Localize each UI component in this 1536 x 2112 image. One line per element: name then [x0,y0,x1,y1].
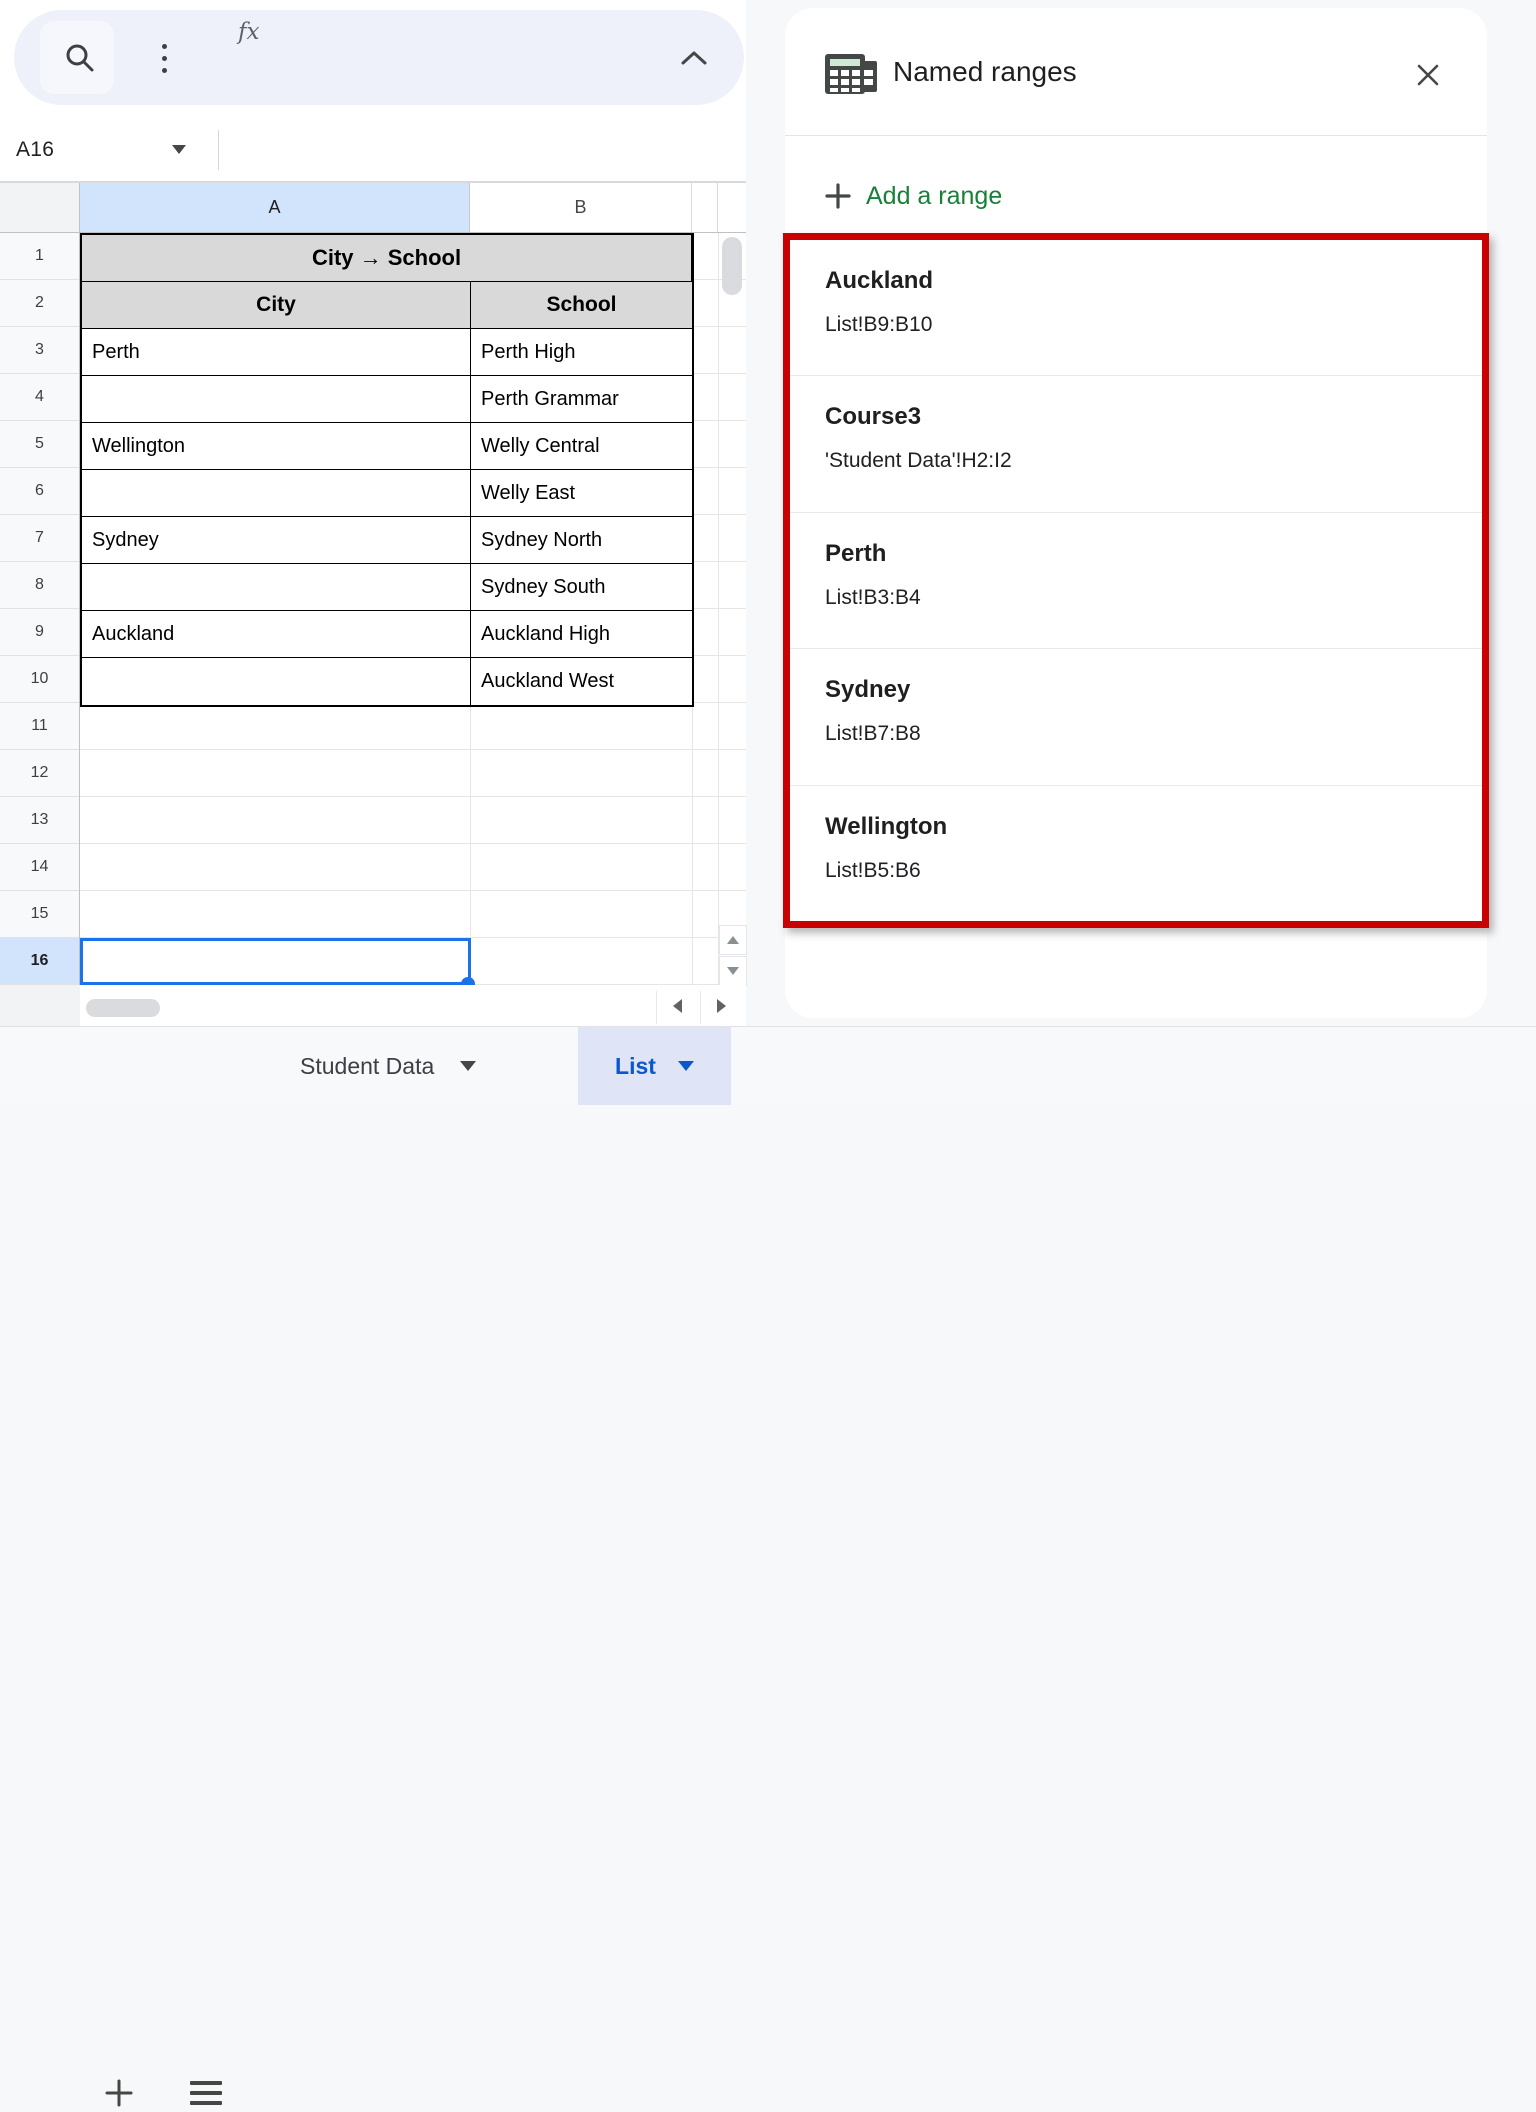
column-header-b[interactable]: B [470,183,692,232]
named-ranges-icon [823,48,879,103]
row-header-13[interactable]: 13 [0,797,79,844]
cell-a4[interactable] [82,376,471,423]
range-name: Auckland [825,266,1462,296]
cell-b10[interactable]: Auckland West [471,658,692,705]
range-name: Sydney [825,675,1462,705]
tab-student-data[interactable]: Student Data [280,1027,496,1105]
cell-a9[interactable]: Auckland [82,611,471,658]
formula-bar-divider [218,130,219,170]
horizontal-scrollbar-thumb[interactable] [86,999,160,1017]
cell-b2[interactable]: School [471,282,692,329]
cell-a5[interactable]: Wellington [82,423,471,470]
column-header-partial[interactable] [692,183,718,232]
all-sheets-menu-icon[interactable] [186,2074,226,2112]
row-header-10[interactable]: 10 [0,656,79,703]
cell-a7[interactable]: Sydney [82,517,471,564]
panel-divider [785,135,1487,136]
named-range-perth[interactable]: Perth List!B3:B4 [790,512,1482,648]
range-reference: List!B9:B10 [825,312,1462,338]
named-range-auckland[interactable]: Auckland List!B9:B10 [790,240,1482,375]
row-headers: 1 2 3 4 5 6 7 8 9 10 11 12 13 14 15 16 [0,233,80,985]
cell-b5[interactable]: Welly Central [471,423,692,470]
vertical-scrollbar-thumb[interactable] [722,237,742,295]
hscroll-gutter [0,985,80,1026]
scrollbar-separator [656,991,657,1024]
plus-icon [825,183,851,209]
row-header-8[interactable]: 8 [0,562,79,609]
name-box-value: A16 [16,138,54,162]
cell-a3[interactable]: Perth [82,329,471,376]
row-header-2[interactable]: 2 [0,280,79,327]
row-header-3[interactable]: 3 [0,327,79,374]
scroll-right-icon[interactable] [710,995,732,1017]
scrollbar-separator [700,991,701,1024]
sheet-tab-bar: Student Data List [0,1027,1536,1105]
panel-title: Named ranges [893,56,1077,88]
cell-b8[interactable]: Sydney South [471,564,692,611]
column-header-row: A B [0,182,746,233]
range-name: Perth [825,539,1462,569]
function-icon: fx [238,0,259,64]
named-range-sydney[interactable]: Sydney List!B7:B8 [790,648,1482,784]
name-box-dropdown-icon[interactable] [172,145,186,154]
row-header-14[interactable]: 14 [0,844,79,891]
row-header-4[interactable]: 4 [0,374,79,421]
collapse-toolbar-icon[interactable] [672,42,716,74]
city-school-table: City → School City School Perth Perth Hi… [80,233,694,707]
range-reference: 'Student Data'!H2:I2 [825,448,1462,474]
cell-b6[interactable]: Welly East [471,470,692,517]
cell-b7[interactable]: Sydney North [471,517,692,564]
red-annotation-box: Auckland List!B9:B10 Course3 'Student Da… [783,233,1489,928]
cell-a6[interactable] [82,470,471,517]
range-name: Wellington [825,812,1462,842]
column-header-a[interactable]: A [80,183,470,232]
formula-bar: A16 [0,118,746,182]
select-all-corner[interactable] [0,183,80,232]
panel-header: Named ranges [785,8,1487,135]
tab-dropdown-icon[interactable] [460,1061,476,1071]
scroll-left-icon[interactable] [666,995,688,1017]
row-header-6[interactable]: 6 [0,468,79,515]
named-range-wellington[interactable]: Wellington List!B5:B6 [790,785,1482,921]
horizontal-scrollbar-track[interactable] [80,985,746,1026]
selected-cell-a16[interactable] [80,938,471,985]
range-reference: List!B7:B8 [825,721,1462,747]
tab-list-label: List [615,1053,656,1080]
add-range-button[interactable]: Add a range [815,168,1012,224]
row-header-7[interactable]: 7 [0,515,79,562]
range-name: Course3 [825,402,1462,432]
cell-a1-merged-title[interactable]: City → School [82,235,692,282]
cell-a2[interactable]: City [82,282,471,329]
name-box[interactable]: A16 [16,118,54,182]
add-range-label: Add a range [866,182,1002,211]
row-header-15[interactable]: 15 [0,891,79,938]
range-reference: List!B5:B6 [825,858,1462,884]
row-header-16-selected[interactable]: 16 [0,938,79,985]
add-sheet-icon[interactable] [100,2074,138,2112]
cells-area[interactable]: City → School City School Perth Perth Hi… [80,233,746,985]
grid-body: 1 2 3 4 5 6 7 8 9 10 11 12 13 14 15 16 C… [0,233,746,985]
cell-b4[interactable]: Perth Grammar [471,376,692,423]
cell-a10[interactable] [82,658,471,705]
tab-student-data-label: Student Data [300,1053,434,1080]
row-header-11[interactable]: 11 [0,703,79,750]
row-header-1[interactable]: 1 [0,233,79,280]
row-header-9[interactable]: 9 [0,609,79,656]
row-header-12[interactable]: 12 [0,750,79,797]
more-options-icon[interactable] [146,34,182,82]
cell-b9[interactable]: Auckland High [471,611,692,658]
gridline [718,233,719,985]
tab-dropdown-icon[interactable] [678,1061,694,1071]
range-reference: List!B3:B4 [825,585,1462,611]
scroll-down-icon[interactable] [719,956,747,986]
collapsed-toolbar [14,10,744,105]
close-icon[interactable] [1413,60,1443,90]
cell-a8[interactable] [82,564,471,611]
named-range-course3[interactable]: Course3 'Student Data'!H2:I2 [790,375,1482,511]
search-icon[interactable] [58,34,102,82]
row-header-5[interactable]: 5 [0,421,79,468]
scroll-up-icon[interactable] [719,925,747,955]
cell-b3[interactable]: Perth High [471,329,692,376]
tab-list-active[interactable]: List [578,1027,731,1105]
